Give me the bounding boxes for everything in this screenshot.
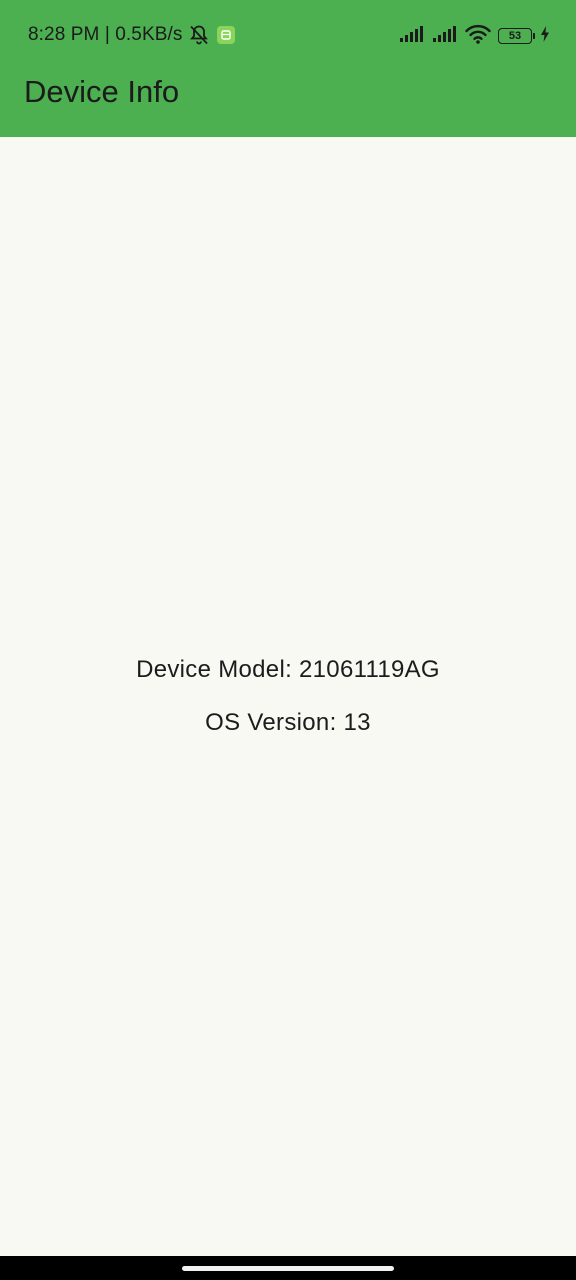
device-model-text: Device Model: 21061119AG xyxy=(136,656,440,683)
os-version-text: OS Version: 13 xyxy=(205,709,371,736)
gesture-handle[interactable] xyxy=(182,1266,394,1271)
status-separator: | xyxy=(99,24,116,45)
battery-level: 53 xyxy=(508,30,522,42)
navigation-bar xyxy=(0,1256,576,1280)
status-time: 8:28 PM xyxy=(28,24,100,45)
charging-icon xyxy=(540,25,550,47)
status-right: 53 xyxy=(399,22,550,50)
signal-icon xyxy=(432,25,458,48)
wifi-icon xyxy=(465,24,491,49)
status-left: 8:28 PM | 0.5KB/s xyxy=(28,22,235,48)
battery-icon: 53 xyxy=(498,28,535,44)
signal-icon xyxy=(399,25,425,48)
status-bar: 8:28 PM | 0.5KB/s 53 xyxy=(0,0,576,70)
bell-off-icon xyxy=(187,23,211,47)
main-content: Device Model: 21061119AG OS Version: 13 xyxy=(0,137,576,1256)
app-header: 8:28 PM | 0.5KB/s 53 Device Info xyxy=(0,0,576,137)
network-speed: 0.5KB/s xyxy=(115,24,183,45)
android-notification-icon xyxy=(216,26,235,44)
app-bar-title: Device Info xyxy=(24,74,180,109)
